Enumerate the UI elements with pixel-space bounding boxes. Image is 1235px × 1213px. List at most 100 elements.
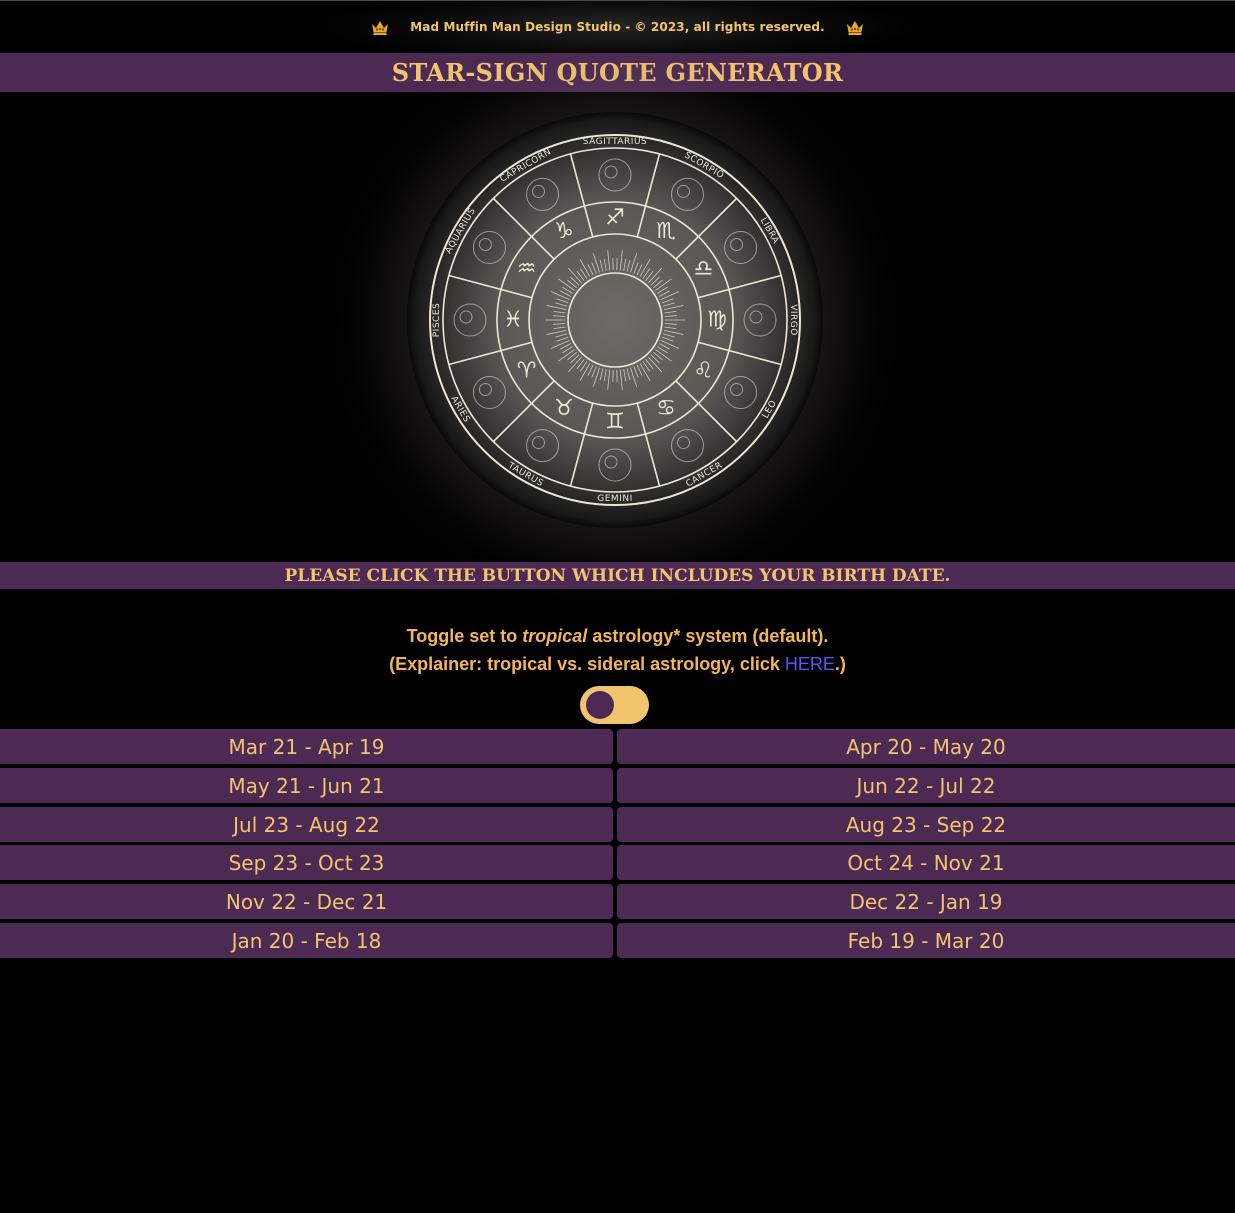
sign-illustration bbox=[526, 429, 559, 463]
toggle-line-2: (Explainer: tropical vs. sideral astrolo… bbox=[0, 650, 1235, 678]
copyright-text: Mad Muffin Man Design Studio - © 2023, a… bbox=[410, 19, 825, 34]
sign-illustration bbox=[749, 310, 763, 324]
date-range-button[interactable]: Dec 22 - Jan 19 bbox=[617, 884, 1235, 919]
date-range-button[interactable]: Jun 22 - Jul 22 bbox=[617, 768, 1235, 803]
sun-ray bbox=[553, 326, 566, 330]
toggle-line-2-prefix: (Explainer: tropical vs. sideral astrolo… bbox=[389, 654, 785, 674]
sun-ray bbox=[550, 291, 570, 301]
zodiac-glyph: ♎ bbox=[693, 257, 713, 282]
sun-ray bbox=[607, 369, 611, 390]
wheel-divider bbox=[492, 380, 555, 443]
zodiac-glyph: ♐ bbox=[605, 206, 625, 231]
toggle-description: Toggle set to tropical astrology* system… bbox=[0, 622, 1235, 678]
sign-name-label: PISCES bbox=[432, 303, 442, 337]
sign-illustration bbox=[472, 376, 506, 409]
sign-illustration bbox=[677, 436, 690, 450]
sun-ray bbox=[556, 298, 569, 304]
sun-ray bbox=[579, 363, 591, 381]
date-range-button[interactable]: Apr 20 - May 20 bbox=[617, 729, 1235, 764]
sign-illustration bbox=[604, 165, 618, 179]
sun-ray bbox=[623, 258, 627, 271]
sign-illustration bbox=[459, 310, 473, 324]
sign-illustration bbox=[598, 158, 632, 192]
sign-illustration bbox=[677, 184, 690, 198]
sun-ray bbox=[655, 278, 672, 291]
sun-ray bbox=[553, 315, 566, 317]
sun-ray bbox=[556, 336, 569, 342]
sun-ray bbox=[648, 356, 663, 373]
sun-ray bbox=[546, 330, 567, 335]
date-range-button[interactable]: Oct 24 - Nov 21 bbox=[617, 845, 1235, 880]
sign-illustration bbox=[532, 436, 545, 450]
sign-illustration bbox=[526, 177, 559, 211]
tropical-emphasis: tropical bbox=[522, 626, 588, 646]
date-range-button[interactable]: Nov 22 - Dec 21 bbox=[0, 884, 613, 919]
zodiac-glyph: ♌ bbox=[693, 359, 713, 384]
sun-ray bbox=[553, 310, 566, 314]
sign-illustration bbox=[724, 231, 758, 264]
sign-illustration bbox=[478, 238, 492, 251]
sign-illustration bbox=[472, 231, 506, 264]
astrology-system-toggle[interactable] bbox=[580, 686, 649, 724]
sun-ray bbox=[636, 264, 643, 276]
zodiac-glyph: ♋ bbox=[656, 396, 676, 421]
date-range-button[interactable]: Feb 19 - Mar 20 bbox=[617, 923, 1235, 958]
sun-ray bbox=[587, 264, 594, 276]
date-range-button[interactable]: Mar 21 - Apr 19 bbox=[0, 729, 613, 764]
sun-ray bbox=[626, 259, 631, 272]
sun-ray bbox=[553, 323, 566, 325]
sign-illustration bbox=[671, 429, 704, 463]
sun-ray bbox=[664, 323, 677, 325]
zodiac-glyph: ♏ bbox=[656, 219, 676, 244]
sign-illustration bbox=[743, 303, 777, 337]
sun-ray bbox=[603, 369, 607, 382]
sun-ray bbox=[579, 259, 591, 277]
sun-ray bbox=[558, 349, 575, 362]
sun-ray bbox=[636, 364, 643, 376]
date-range-button[interactable]: Sep 23 - Oct 23 bbox=[0, 845, 613, 880]
sun-ray bbox=[662, 302, 675, 307]
sun-ray bbox=[603, 258, 607, 271]
sun-ray bbox=[623, 369, 627, 382]
date-range-button[interactable]: Aug 23 - Sep 22 bbox=[617, 807, 1235, 842]
sun-ray bbox=[664, 310, 677, 314]
sign-name-label: AQUARIUS bbox=[444, 206, 478, 255]
toggle-line-1-suffix: astrology* system (default). bbox=[587, 626, 829, 646]
sun-ray bbox=[591, 366, 597, 378]
sun-ray bbox=[626, 368, 631, 381]
date-range-button[interactable]: May 21 - Jun 21 bbox=[0, 768, 613, 803]
toggle-line-1-prefix: Toggle set to bbox=[406, 626, 523, 646]
wheel-divider bbox=[492, 197, 555, 260]
sun-ray bbox=[664, 315, 677, 317]
crown-icon bbox=[846, 20, 863, 35]
sign-illustration bbox=[724, 376, 758, 409]
date-range-button[interactable]: Jan 20 - Feb 18 bbox=[0, 923, 613, 958]
sun-ray bbox=[661, 298, 674, 304]
sign-illustration bbox=[730, 383, 744, 396]
sun-ray bbox=[664, 326, 677, 330]
sun-ray bbox=[591, 262, 597, 274]
toggle-knob[interactable] bbox=[586, 691, 614, 719]
sun-ray bbox=[550, 339, 570, 349]
sun-ray bbox=[619, 250, 623, 271]
sun-ray bbox=[619, 369, 623, 390]
sun-ray bbox=[607, 250, 611, 271]
sun-ray bbox=[633, 262, 639, 274]
sign-illustration bbox=[604, 455, 618, 469]
sun-ray bbox=[660, 339, 680, 349]
explainer-link[interactable]: HERE bbox=[785, 654, 835, 674]
wheel-divider bbox=[675, 197, 738, 260]
date-range-button[interactable]: Jul 23 - Aug 22 bbox=[0, 807, 613, 842]
sun-ray bbox=[555, 333, 568, 338]
wheel-divider bbox=[675, 380, 738, 443]
sun-ray bbox=[599, 259, 604, 272]
sun-ray bbox=[633, 366, 639, 378]
zodiac-glyph: ♓ bbox=[503, 308, 523, 333]
sign-illustration bbox=[671, 177, 704, 211]
sign-name-label: SCORPIO bbox=[682, 151, 725, 182]
wheel-ring bbox=[567, 272, 663, 368]
sun-ray bbox=[663, 305, 684, 310]
sign-illustration bbox=[532, 184, 545, 198]
zodiac-glyph: ♑ bbox=[554, 219, 574, 244]
sign-illustration bbox=[598, 448, 632, 482]
